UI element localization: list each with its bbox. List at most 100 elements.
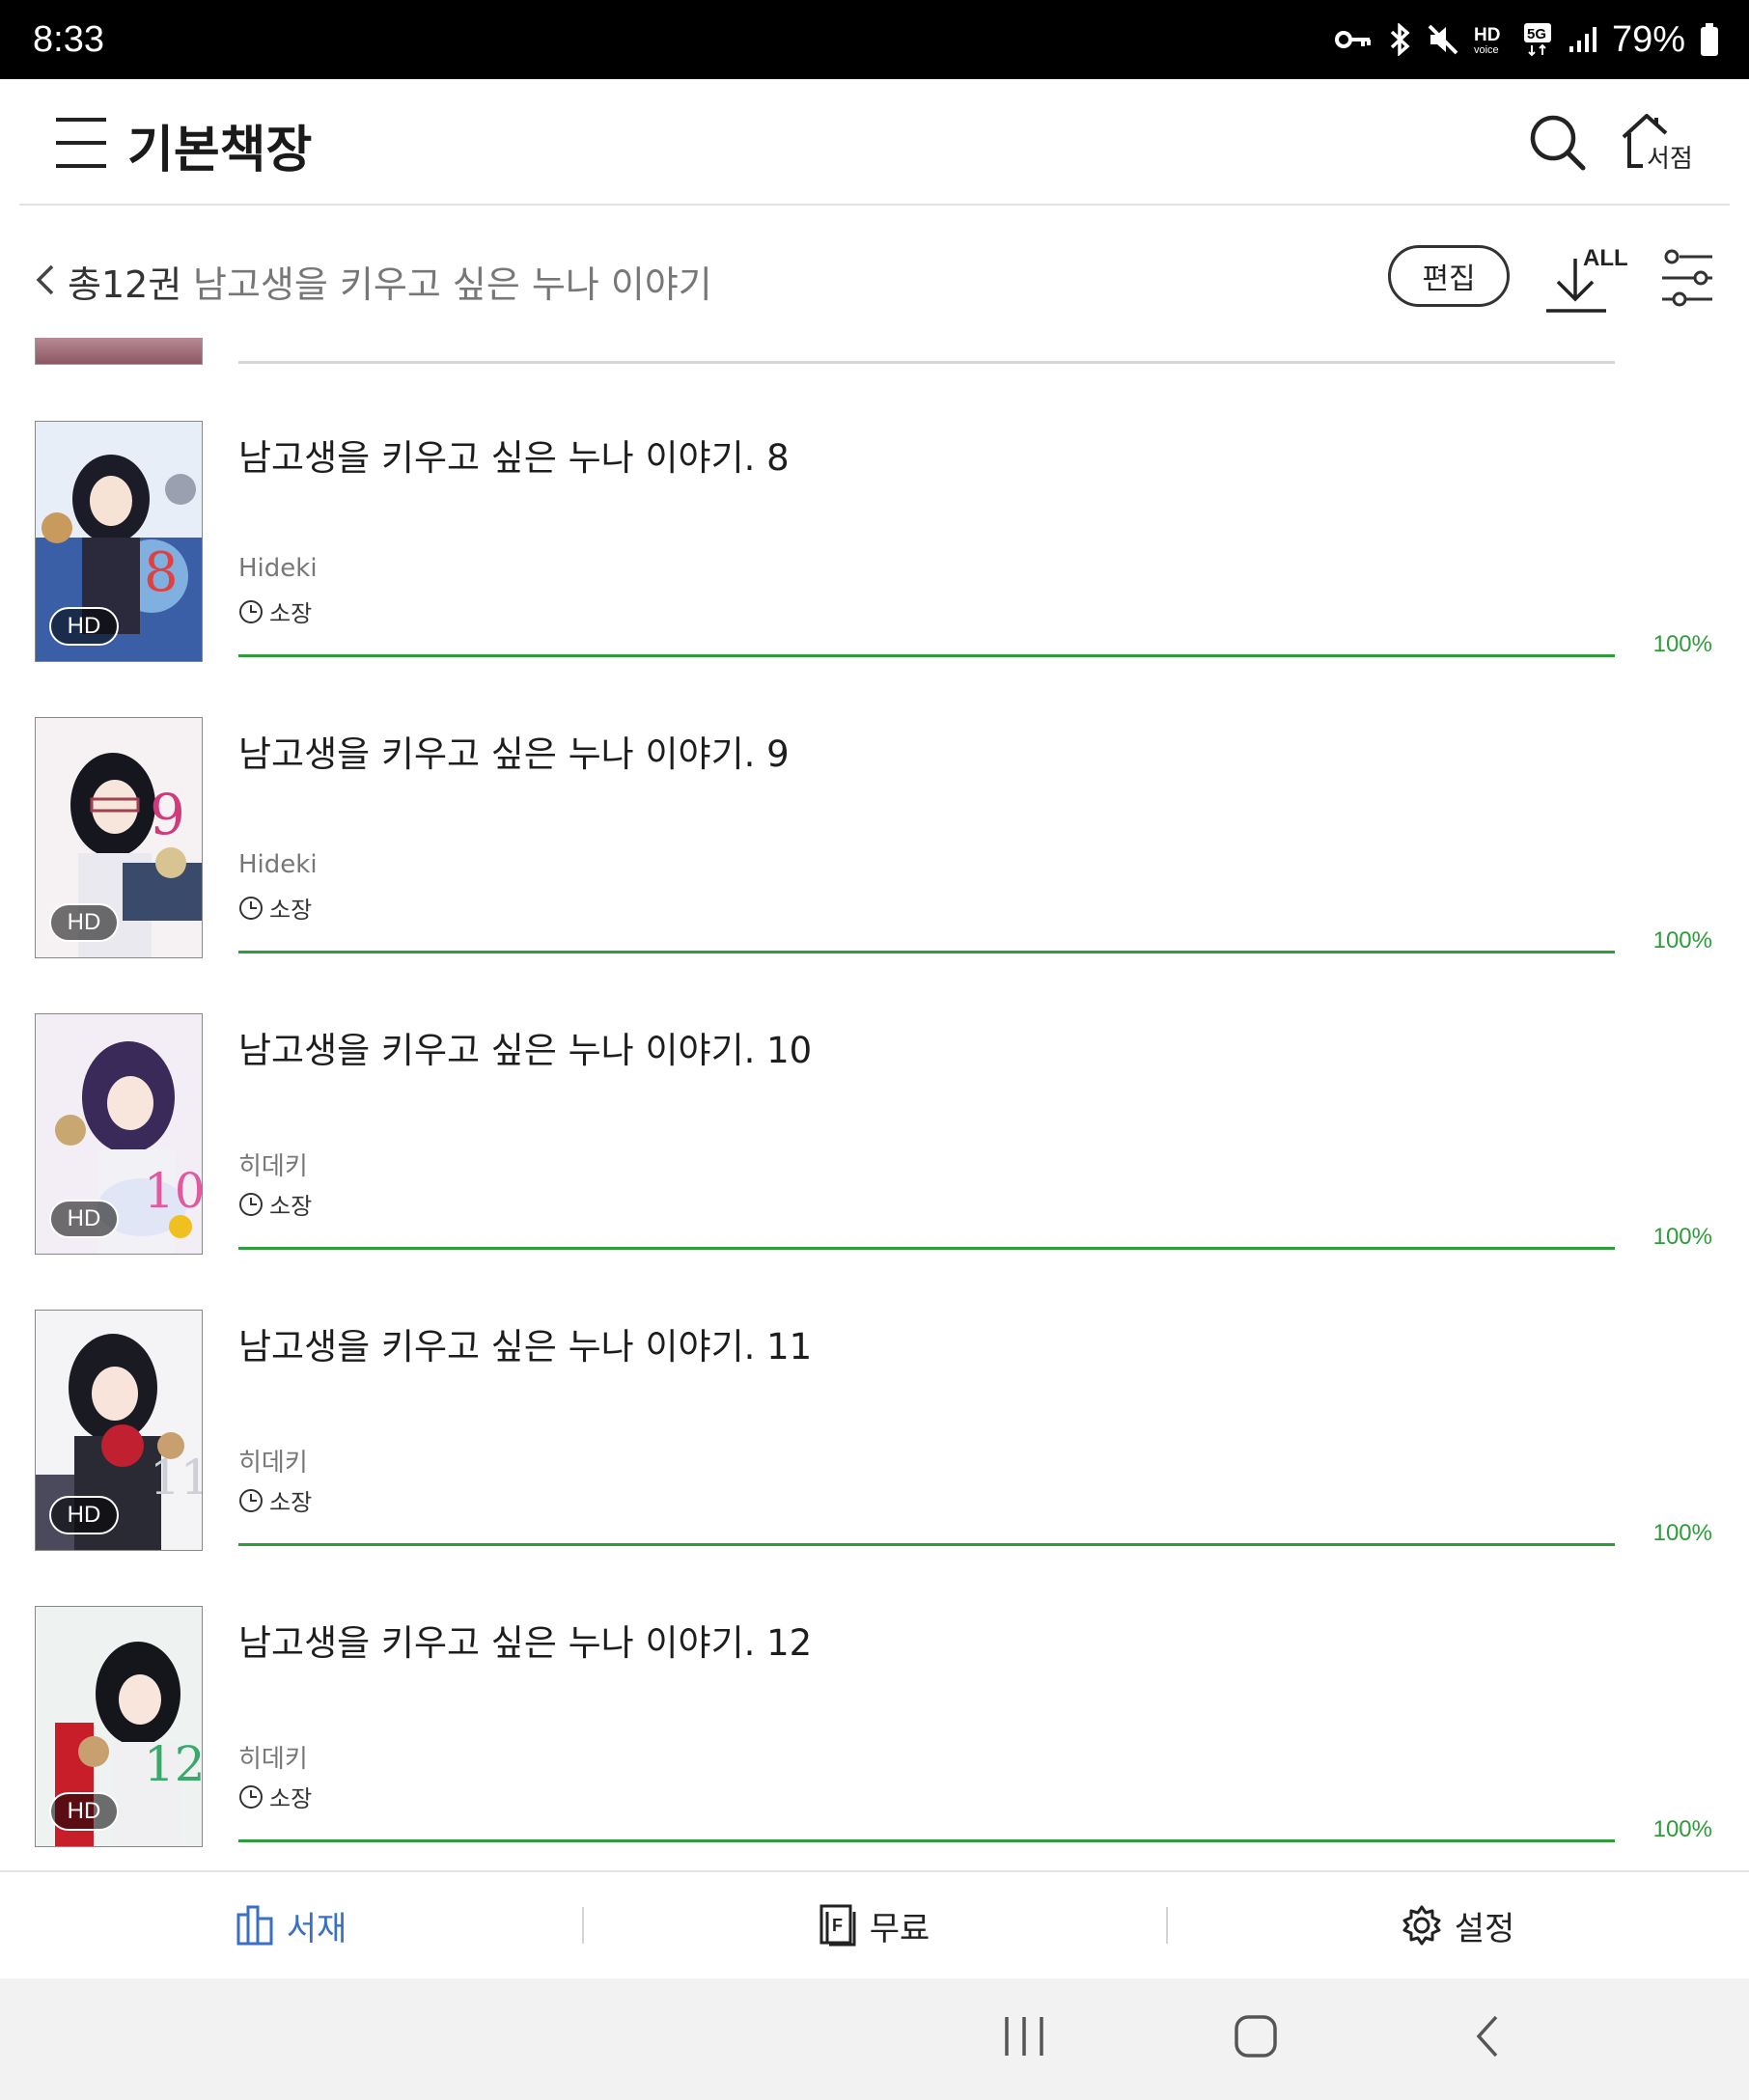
recent-apps-icon xyxy=(1005,2017,1043,2056)
book-cover-partial[interactable] xyxy=(35,338,203,365)
ownership-label: 소장 xyxy=(269,897,313,924)
book-cover[interactable]: 9 HD xyxy=(35,717,203,958)
book-title[interactable]: 남고생을 키우고 싶은 누나 이야기. 11 xyxy=(238,1317,812,1369)
book-item-vol-12[interactable]: 12 HD 남고생을 키우고 싶은 누나 이야기. 12 히데키 소장 100% xyxy=(0,1606,1749,1847)
svg-text:10: 10 xyxy=(144,1163,203,1219)
ownership-label: 소장 xyxy=(269,1785,313,1812)
book-cover[interactable]: 10 HD xyxy=(35,1013,203,1255)
back-button[interactable] xyxy=(33,261,58,299)
tab-library[interactable]: 서재 xyxy=(0,1872,583,1978)
book-item-vol-8[interactable]: 8 HD 남고생을 키우고 싶은 누나 이야기. 8 Hideki 소장 100… xyxy=(0,421,1749,662)
hd-badge: HD xyxy=(49,1496,119,1534)
progress-percent: 100% xyxy=(1652,927,1712,953)
mute-icon xyxy=(1427,23,1459,56)
clock-icon xyxy=(239,1784,263,1809)
book-author: 히데키 xyxy=(238,1745,308,1774)
filter-button[interactable] xyxy=(1660,249,1714,307)
status-time: 8:33 xyxy=(33,18,104,60)
back-nav-button[interactable] xyxy=(1471,2013,1506,2063)
svg-text:11: 11 xyxy=(150,1450,203,1506)
hd-badge: HD xyxy=(49,607,119,646)
settings-gear-icon xyxy=(1402,1905,1441,1946)
progress-track-partial xyxy=(238,361,1615,364)
signal-icon xyxy=(1568,25,1598,54)
hd-text: HD xyxy=(1474,25,1500,45)
bookshelf-icon xyxy=(236,1905,273,1946)
tab-library-label: 서재 xyxy=(286,1909,347,1948)
progress-percent: 100% xyxy=(1652,1520,1712,1546)
hd-voice-icon: HD voice xyxy=(1473,23,1510,56)
progress-fill xyxy=(238,1543,1615,1546)
store-label: 서점 xyxy=(1647,145,1693,174)
bluetooth-icon xyxy=(1386,23,1413,56)
filter-sliders-icon xyxy=(1662,249,1712,307)
chevron-left-icon xyxy=(36,264,54,295)
progress-percent: 100% xyxy=(1652,631,1712,657)
series-count: 총12권 xyxy=(68,263,182,306)
bottom-tab-bar: 서재 F 무료 설정 xyxy=(0,1870,1749,1978)
book-cover[interactable]: 11 HD xyxy=(35,1310,203,1551)
book-title[interactable]: 남고생을 키우고 싶은 누나 이야기. 8 xyxy=(238,428,790,481)
book-author: Hideki xyxy=(238,554,318,583)
search-icon xyxy=(1530,115,1586,171)
progress-fill xyxy=(238,1839,1615,1842)
screen: 8:33 HD voice 5G 79% 기본책장 서점 총12권 남고생을 키… xyxy=(0,0,1749,2100)
clock-icon xyxy=(239,896,263,920)
book-item-vol-11[interactable]: 11 HD 남고생을 키우고 싶은 누나 이야기. 11 히데키 소장 100% xyxy=(0,1310,1749,1551)
progress-fill xyxy=(238,1247,1615,1250)
ownership-status: 소장 xyxy=(238,1780,312,1813)
5g-text: 5G xyxy=(1527,26,1546,42)
search-button[interactable] xyxy=(1527,112,1587,172)
reading-progress-bar xyxy=(238,1247,1615,1250)
recent-apps-button[interactable] xyxy=(1002,2013,1046,2063)
home-icon xyxy=(1235,2015,1277,2058)
ownership-status: 소장 xyxy=(238,1483,312,1517)
system-nav-bar xyxy=(0,1978,1749,2100)
svg-text:F: F xyxy=(832,1916,843,1935)
progress-percent: 100% xyxy=(1652,1224,1712,1250)
status-bar: 8:33 HD voice 5G 79% xyxy=(0,0,1749,79)
header-divider xyxy=(19,204,1730,206)
page-title: 기본책장 xyxy=(127,122,313,180)
clock-icon xyxy=(239,1488,263,1512)
book-author: 히데키 xyxy=(238,1449,308,1478)
edit-button[interactable]: 편집 xyxy=(1388,245,1510,307)
reading-progress-bar xyxy=(238,654,1615,657)
ownership-label: 소장 xyxy=(269,1193,313,1220)
vpn-key-icon xyxy=(1334,25,1373,54)
progress-fill xyxy=(238,951,1615,953)
battery-percent: 79% xyxy=(1611,18,1685,60)
svg-text:12: 12 xyxy=(144,1736,203,1792)
svg-text:9: 9 xyxy=(150,782,185,847)
ownership-label: 소장 xyxy=(269,600,313,627)
ownership-status: 소장 xyxy=(238,891,312,925)
tab-settings[interactable]: 설정 xyxy=(1166,1872,1749,1978)
back-arrow-icon xyxy=(1476,2015,1498,2058)
book-item-vol-9[interactable]: 9 HD 남고생을 키우고 싶은 누나 이야기. 9 Hideki 소장 100… xyxy=(0,717,1749,958)
hamburger-menu-icon xyxy=(56,118,106,168)
clock-icon xyxy=(239,1192,263,1216)
5g-icon: 5G xyxy=(1523,22,1554,57)
download-all-button[interactable]: ALL xyxy=(1544,245,1628,315)
voice-text: voice xyxy=(1474,44,1499,56)
series-title: 남고생을 키우고 싶은 누나 이야기 xyxy=(193,263,712,306)
menu-button[interactable] xyxy=(54,114,108,172)
home-button[interactable] xyxy=(1234,2013,1278,2063)
book-title[interactable]: 남고생을 키우고 싶은 누나 이야기. 12 xyxy=(238,1614,812,1666)
clock-icon xyxy=(239,599,263,623)
book-cover[interactable]: 8 HD xyxy=(35,421,203,662)
ownership-status: 소장 xyxy=(238,594,312,628)
book-title[interactable]: 남고생을 키우고 싶은 누나 이야기. 10 xyxy=(238,1021,812,1073)
status-icons: HD voice 5G 79% xyxy=(1334,19,1720,61)
tab-free[interactable]: F 무료 xyxy=(583,1872,1166,1978)
ownership-status: 소장 xyxy=(238,1187,312,1221)
book-title[interactable]: 남고생을 키우고 싶은 누나 이야기. 9 xyxy=(238,725,790,777)
book-author: 히데키 xyxy=(238,1152,308,1181)
store-button[interactable]: 서점 xyxy=(1620,110,1697,174)
book-item-vol-10[interactable]: 10 HD 남고생을 키우고 싶은 누나 이야기. 10 히데키 소장 100% xyxy=(0,1013,1749,1255)
progress-fill xyxy=(238,654,1615,657)
reading-progress-bar xyxy=(238,1543,1615,1546)
book-cover[interactable]: 12 HD xyxy=(35,1606,203,1847)
progress-percent: 100% xyxy=(1652,1816,1712,1842)
svg-text:8: 8 xyxy=(144,541,179,604)
